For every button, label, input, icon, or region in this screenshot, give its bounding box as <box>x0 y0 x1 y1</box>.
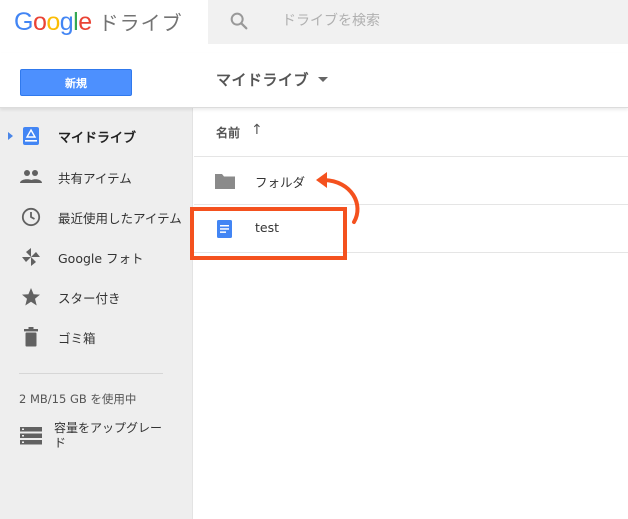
caret-down-icon[interactable] <box>318 77 329 82</box>
file-row-folder[interactable]: フォルダ <box>194 157 628 205</box>
sidebar-item-label: ゴミ箱 <box>58 330 96 346</box>
upgrade-storage-link[interactable]: 容量をアップグレード <box>20 421 180 451</box>
google-logo-letter: g <box>59 8 74 36</box>
search-icon[interactable] <box>228 10 250 32</box>
trash-icon <box>20 326 42 348</box>
sidebar-item-label: Google フォト <box>58 250 144 266</box>
annotation-curved-arrow-icon <box>316 172 360 224</box>
google-drive-logo[interactable]: G o o g l e ドライブ <box>14 7 183 37</box>
search-bar[interactable] <box>208 0 628 44</box>
column-header-label[interactable]: 名前 <box>216 124 240 141</box>
product-name: ドライブ <box>98 11 183 35</box>
clock-icon <box>20 206 42 228</box>
file-name[interactable]: フォルダ <box>255 172 305 191</box>
sidebar-item-photos[interactable]: Google フォト <box>0 237 193 277</box>
my-drive-icon <box>20 125 42 147</box>
google-logo-letter: o <box>46 8 60 36</box>
star-icon <box>20 286 42 308</box>
sidebar-item-starred[interactable]: スター付き <box>0 277 193 317</box>
expand-arrow-icon[interactable] <box>8 132 13 140</box>
new-button[interactable]: 新規 <box>20 69 132 96</box>
sidebar-item-label: 最近使用したアイテム <box>58 210 182 226</box>
storage-stack-icon <box>20 427 42 445</box>
sidebar-item-my-drive[interactable]: マイドライブ <box>0 116 193 156</box>
upgrade-storage-label[interactable]: 容量をアップグレード <box>54 421 164 451</box>
sidebar: マイドライブ 共有アイテム 最近使用したアイテム Google フォト スター付… <box>0 108 193 519</box>
sidebar-item-label: スター付き <box>58 290 121 306</box>
column-header-name[interactable]: 名前 ↑ <box>194 108 628 157</box>
sidebar-divider <box>19 373 163 374</box>
google-logo-letter: o <box>32 8 47 36</box>
folder-icon <box>215 174 235 189</box>
google-logo-letter: G <box>14 8 33 36</box>
sort-ascending-icon[interactable]: ↑ <box>251 122 263 138</box>
google-logo-letter: e <box>78 8 92 36</box>
pinwheel-photos-icon <box>20 246 42 268</box>
shared-people-icon <box>20 166 42 188</box>
top-bar: G o o g l e ドライブ <box>0 0 628 53</box>
sidebar-item-trash[interactable]: ゴミ箱 <box>0 317 193 357</box>
sidebar-item-shared[interactable]: 共有アイテム <box>0 157 193 197</box>
sidebar-item-label: マイドライブ <box>58 130 137 146</box>
sidebar-item-recent[interactable]: 最近使用したアイテム <box>0 197 193 237</box>
breadcrumb-current[interactable]: マイドライブ <box>216 69 309 90</box>
toolbar: 新規 マイドライブ <box>0 53 628 108</box>
file-list: 名前 ↑ フォルダ test <box>194 108 628 519</box>
storage-usage-text: 2 MB/15 GB を使用中 <box>19 392 137 406</box>
search-input[interactable] <box>282 8 612 34</box>
breadcrumb[interactable]: マイドライブ <box>216 69 329 90</box>
sidebar-item-label: 共有アイテム <box>58 170 132 186</box>
